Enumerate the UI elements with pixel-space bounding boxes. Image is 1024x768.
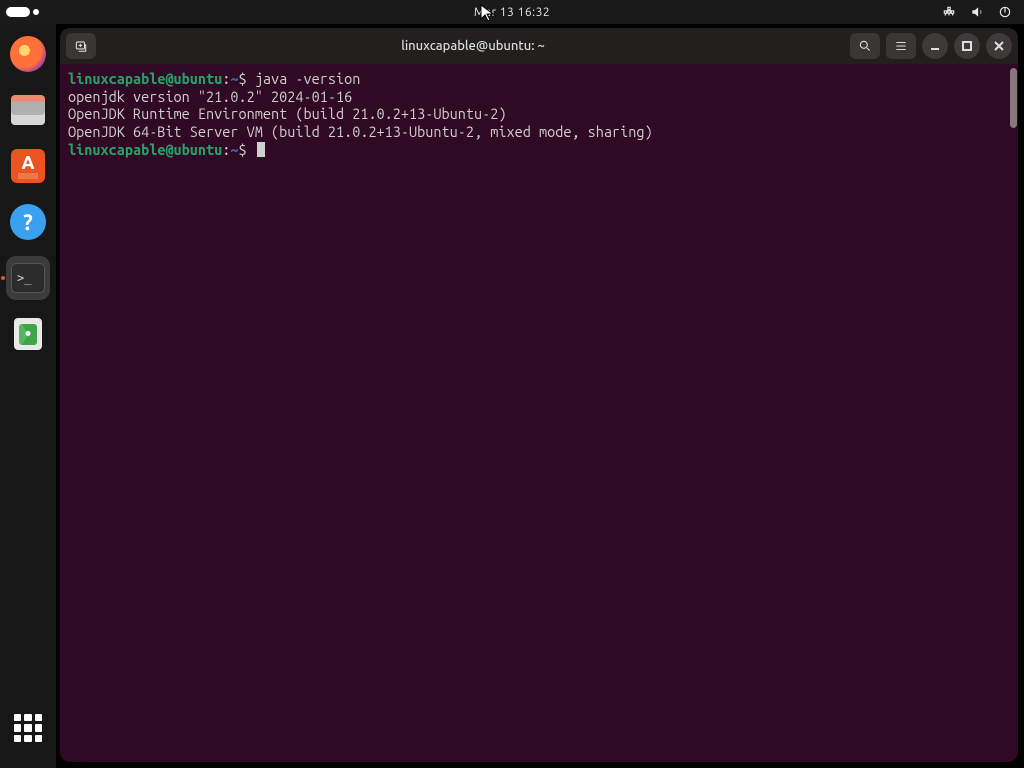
show-applications-button[interactable] (6, 706, 50, 750)
terminal-window: linuxcapable@ubuntu: ~ linuxcapable@ubun… (60, 28, 1018, 762)
terminal-line: linuxcapable@ubuntu:~$ java -version (68, 70, 1010, 88)
terminal-line: linuxcapable@ubuntu:~$ (68, 141, 1010, 159)
volume-icon[interactable] (970, 5, 984, 19)
dock-item-terminal[interactable]: >_ (6, 256, 50, 300)
activities-button[interactable] (6, 7, 30, 17)
maximize-button[interactable] (954, 33, 980, 59)
files-icon (11, 95, 45, 125)
firefox-icon (10, 36, 46, 72)
window-title: linuxcapable@ubuntu: ~ (102, 39, 844, 53)
terminal-line: openjdk version "21.0.2" 2024-01-16 (68, 88, 1010, 106)
new-tab-button[interactable] (66, 33, 96, 59)
terminal-line: OpenJDK 64-Bit Server VM (build 21.0.2+1… (68, 123, 1010, 141)
software-icon (11, 149, 45, 183)
minimize-button[interactable] (922, 33, 948, 59)
search-button[interactable] (850, 33, 880, 59)
dock: ? >_ (0, 24, 56, 768)
close-button[interactable] (986, 33, 1012, 59)
top-panel: Mar 13 16:32 (0, 0, 1024, 24)
terminal-cursor (257, 142, 265, 157)
dock-item-help[interactable]: ? (6, 200, 50, 244)
terminal-viewport[interactable]: linuxcapable@ubuntu:~$ java -versionopen… (60, 64, 1018, 762)
power-icon[interactable] (998, 5, 1012, 19)
trash-icon (14, 318, 42, 350)
dock-item-trash[interactable] (6, 312, 50, 356)
terminal-icon: >_ (11, 263, 45, 293)
dock-item-firefox[interactable] (6, 32, 50, 76)
network-icon[interactable] (942, 5, 956, 19)
dock-item-files[interactable] (6, 88, 50, 132)
system-tray (942, 5, 1024, 19)
terminal-line: OpenJDK Runtime Environment (build 21.0.… (68, 105, 1010, 123)
dock-item-software[interactable] (6, 144, 50, 188)
hamburger-menu-button[interactable] (886, 33, 916, 59)
help-icon: ? (10, 204, 46, 240)
scrollbar-thumb[interactable] (1010, 68, 1017, 128)
apps-grid-icon (14, 714, 42, 742)
mouse-cursor-icon (480, 4, 494, 26)
window-titlebar[interactable]: linuxcapable@ubuntu: ~ (60, 28, 1018, 64)
